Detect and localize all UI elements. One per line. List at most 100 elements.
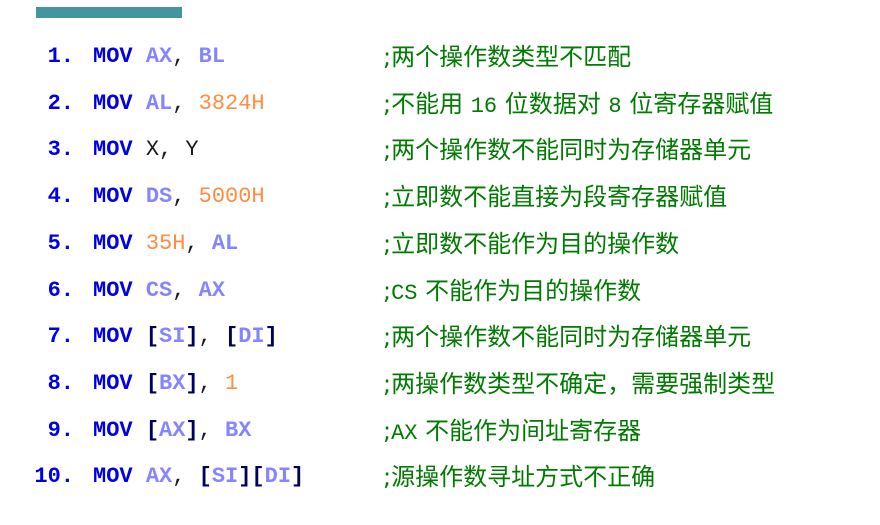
comment-text: AX [391,420,418,446]
instruction: MOV [BX], 1 [93,364,238,404]
token-sym: , [172,184,199,210]
token-reg: BL [198,44,226,69]
token-br: ][ [238,464,265,490]
accent-bar [36,7,182,18]
comment-text: 不能作为间址寄存器 [417,416,642,445]
token-sym: , [172,44,199,69]
token-op: MOV [93,370,133,396]
comment: ;不能用 16 位数据对 8 位寄存器赋值 [383,84,773,127]
token-op: MOV [93,324,133,350]
instruction: MOV [AX], BX [93,411,251,451]
token-sym: , [198,370,226,396]
line-number: 9. [47,417,74,443]
token-reg: AX [159,417,186,443]
instruction: MOV [SI], [DI] [93,317,278,357]
comment-text: 位寄存器赋值 [621,89,774,118]
line-number: 3. [47,137,74,163]
token-reg: AL [211,230,239,256]
token-imm: 35H [145,230,186,256]
token-op: MOV [93,90,133,116]
comment-text: ;立即数不能直接为段寄存器赋值 [383,183,728,212]
comment: ;立即数不能作为目的操作数 [383,224,679,264]
comment: ;AX 不能作为间址寄存器 [383,411,641,454]
token-br: [ [145,417,160,443]
instruction: MOV 35H, AL [93,224,238,264]
token-sym [133,184,146,209]
token-reg: DI [264,464,292,490]
token-sym [133,137,146,162]
token-reg: AL [145,90,173,116]
token-sym: , [198,324,226,350]
comment: ;两操作数类型不确定，需要强制类型 [383,364,775,404]
token-sym: , [172,464,199,490]
token-op: MOV [93,44,133,69]
token-br: ] [185,370,199,396]
instruction: MOV AX, BL [93,37,225,77]
comment: ;两个操作数类型不匹配 [383,37,631,77]
token-sym [133,418,146,443]
line-number: 8. [47,370,74,396]
token-reg: AX [145,44,173,69]
token-br: [ [198,464,212,490]
token-reg: BX [159,370,186,396]
instruction: MOV X, Y [93,130,199,170]
token-sym: , [198,417,226,443]
token-op: MOV [93,277,133,303]
comment: ;CS 不能作为目的操作数 [383,271,641,314]
token-reg: AX [198,277,226,303]
comment-text: ; [383,416,392,445]
token-reg: SI [159,324,186,350]
token-sym: , [185,230,212,256]
token-reg: DI [238,324,265,350]
token-op: MOV [93,417,133,443]
token-imm: 3824H [198,90,265,116]
line-number: 10. [34,464,74,490]
comment-text: 16 [470,93,498,119]
token-reg: CS [145,277,173,303]
line-number: 5. [47,230,74,256]
comment-text: ;两操作数类型不确定，需要强制类型 [383,369,776,398]
token-sym: , [172,277,199,303]
token-pl: X, Y [145,137,199,163]
token-sym [133,324,146,349]
token-sym: , [172,90,199,116]
comment: ;立即数不能直接为段寄存器赋值 [383,177,727,217]
line-number: 1. [47,44,74,69]
token-op: MOV [93,464,133,490]
token-imm: 1 [225,370,239,396]
line-number: 2. [47,90,74,116]
token-op: MOV [93,184,133,210]
token-op: MOV [93,230,133,256]
token-reg: BX [225,417,252,443]
comment: ;两个操作数不能同时为存储器单元 [383,317,751,357]
token-sym [133,44,146,69]
token-imm: 5000H [198,184,265,210]
comment-text: CS [391,280,418,306]
token-br: ] [185,417,199,443]
token-reg: AX [145,464,173,490]
token-br: ] [264,324,278,350]
comment-text: ;不能用 [383,89,471,118]
comment-text: ;两个操作数不能同时为存储器单元 [383,136,752,165]
comment-text: 位数据对 [497,89,609,118]
token-sym [133,371,146,396]
line-number: 6. [47,277,74,303]
line-number: 4. [47,184,74,210]
token-sym [133,91,146,116]
token-reg: DS [145,184,173,210]
token-op: MOV [93,137,133,163]
token-sym [133,278,146,303]
comment: ;源操作数寻址方式不正确 [383,457,655,497]
comment-text: ;两个操作数类型不匹配 [383,43,632,71]
comment-text: ;两个操作数不能同时为存储器单元 [383,323,752,352]
token-br: [ [225,324,239,350]
comment-text: ;源操作数寻址方式不正确 [383,463,656,492]
token-br: [ [145,324,160,350]
comment-text: ; [383,276,392,305]
instruction: MOV AL, 3824H [93,84,265,124]
token-reg: SI [211,464,239,490]
instruction: MOV DS, 5000H [93,177,265,217]
token-br: [ [145,370,160,396]
instruction: MOV CS, AX [93,271,225,311]
comment-text: ;立即数不能作为目的操作数 [383,229,680,258]
